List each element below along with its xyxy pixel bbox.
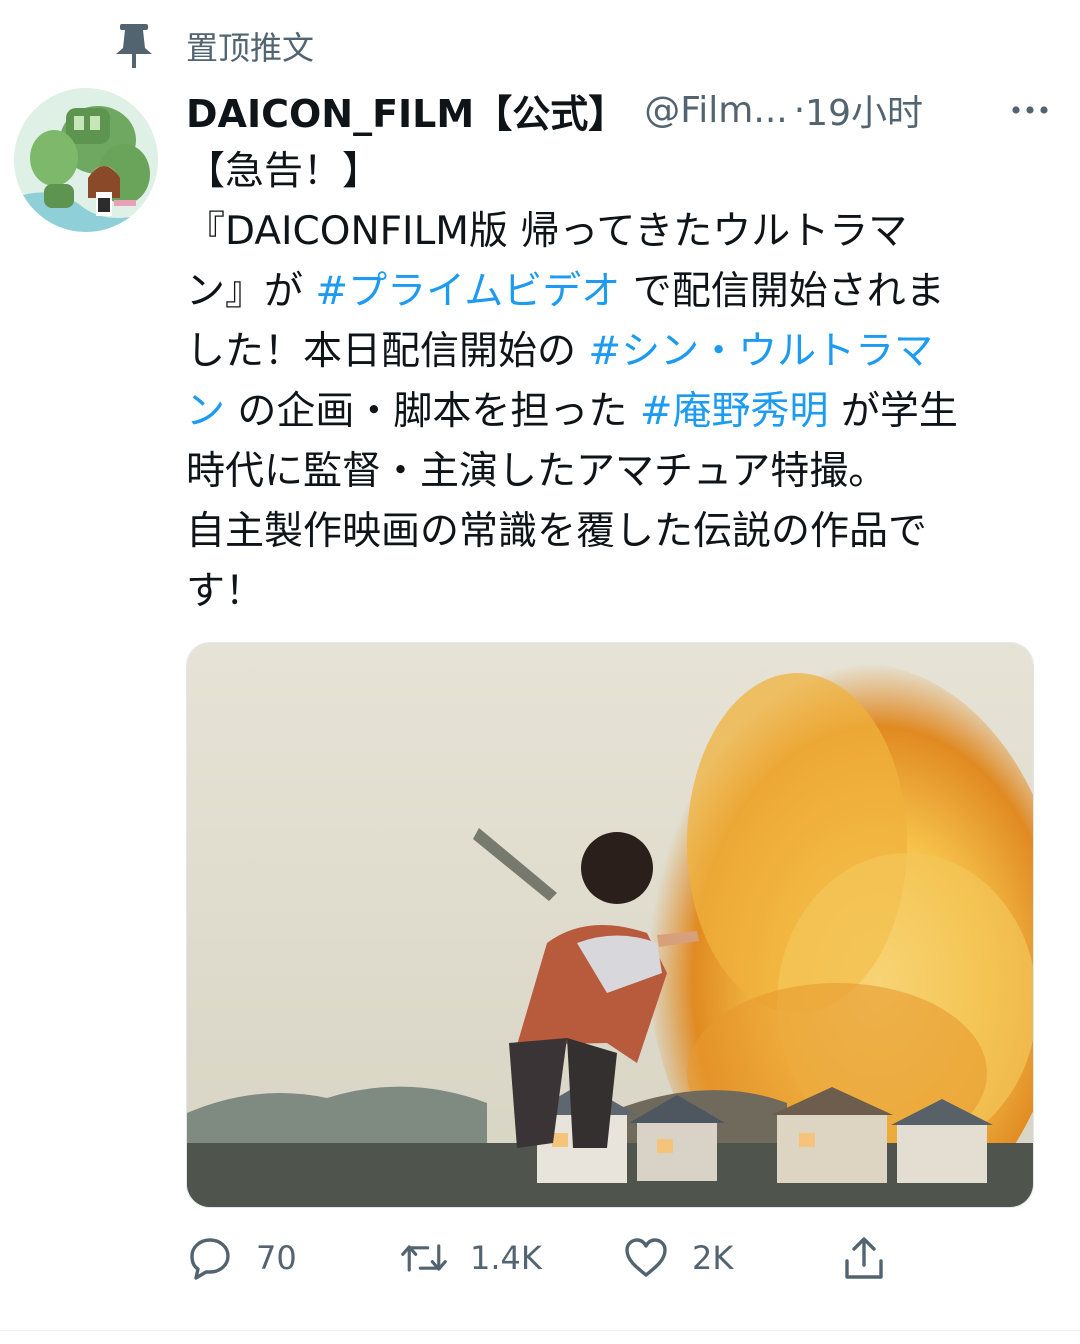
heart-icon [622,1234,670,1282]
tweet-text-segment: 時代に監督・主演したアマチュア特撮。 [186,449,888,494]
hashtag-link[interactable]: #プライムビデオ [315,269,620,314]
tweet-text-line: ン』が #プライムビデオ で配信開始されま [186,262,1042,322]
hashtag-link[interactable]: #庵野秀明 [640,389,829,434]
more-icon[interactable] [1006,86,1054,134]
pinned-indicator: 置顶推文 [108,18,314,74]
share-icon [840,1234,888,1282]
like-count: 2K [692,1239,734,1277]
tweet-text-segment: の企画・脚本を担った [225,389,640,434]
tweet-photo[interactable] [186,642,1034,1208]
pinned-label: 置顶推文 [186,29,315,67]
hashtag-link[interactable]: #シン・ウルトラマ [588,329,933,374]
reply-count: 70 [256,1239,297,1277]
like-button[interactable]: 2K [622,1226,733,1290]
tweet-text-line: ン の企画・脚本を担った #庵野秀明 が学生 [186,382,1042,442]
tweet-text-line: 【急告！】 [186,142,1042,202]
pin-icon [108,20,160,72]
tweet-text-segment: ン』が [186,269,316,314]
tweet-text-segment: す！ [186,569,265,614]
retweet-icon [400,1234,448,1282]
retweet-count: 1.4K [470,1239,542,1277]
reply-button[interactable]: 70 [186,1226,297,1290]
tweet-text-line: 『DAICONFILM版 帰ってきたウルトラマ [186,202,1042,262]
tweet-text-segment: 自主製作映画の常識を覆した伝説の作品で [186,509,928,554]
tweet-text-segment: が学生 [828,389,958,434]
tweet-header: DAICON_FILM【公式】 @Film... · 19小时 [186,80,1056,140]
tweet-text-segment: した！本日配信開始の [186,329,589,374]
tweet-text-segment: で配信開始されま [620,269,945,314]
tweet-text-line: 自主製作映画の常識を覆した伝説の作品で [186,502,1042,562]
reply-icon [186,1234,234,1282]
hashtag-link[interactable]: ン [186,389,225,434]
avatar[interactable] [14,88,158,232]
author-display-name[interactable]: DAICON_FILM【公式】 [186,83,626,138]
tweet-text-line: 時代に監督・主演したアマチュア特撮。 [186,442,1042,502]
tweet-text-segment: 『DAICONFILM版 帰ってきたウルトラマ [186,209,908,254]
tweet-divider [0,1330,1080,1331]
tweet-text-line: す！ [186,562,1042,622]
tweet-actions: 70 1.4K 2K [186,1226,946,1290]
tweet-text-line: した！本日配信開始の #シン・ウルトラマ [186,322,1042,382]
author-handle[interactable]: @Film... [644,90,788,131]
header-separator: · [793,89,806,131]
tweet-text: 【急告！】 『DAICONFILM版 帰ってきたウルトラマ ン』が #プライムビデオ… [186,142,1042,622]
tweet-timestamp[interactable]: 19小时 [805,84,923,136]
share-button[interactable] [840,1226,888,1290]
retweet-button[interactable]: 1.4K [400,1226,542,1290]
tweet-text-segment: 【急告！】 [186,149,382,194]
